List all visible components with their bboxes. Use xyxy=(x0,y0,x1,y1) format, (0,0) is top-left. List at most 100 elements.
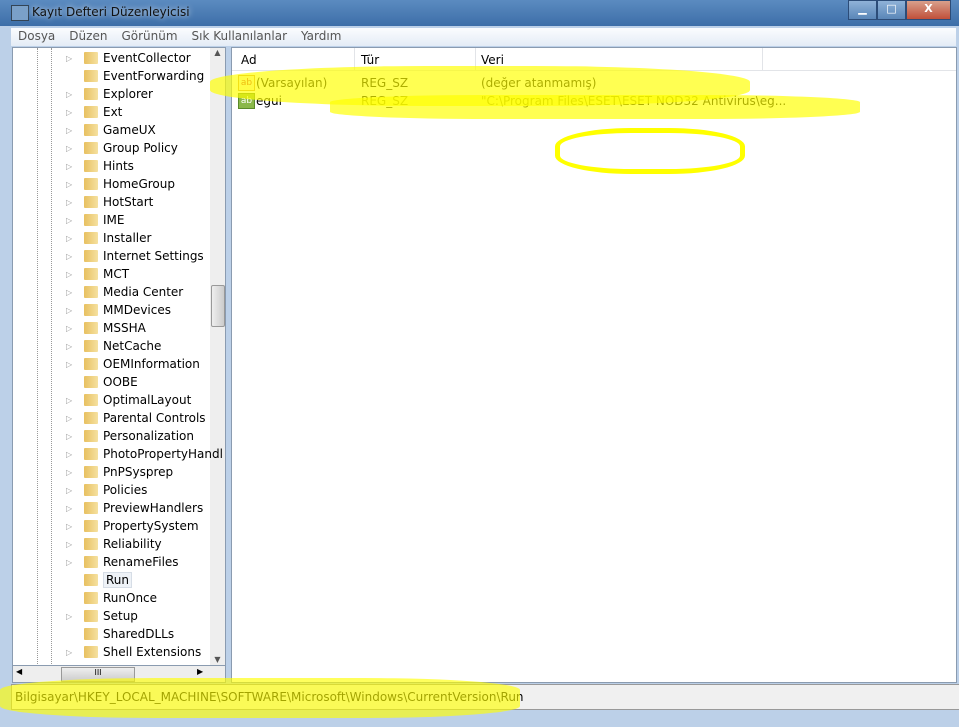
expand-arrow-icon[interactable]: ▷ xyxy=(66,486,76,495)
expand-arrow-icon[interactable]: ▷ xyxy=(66,108,76,117)
tree-node[interactable]: ▷ Personalization xyxy=(66,427,194,445)
expand-arrow-icon[interactable]: ▷ xyxy=(66,306,76,315)
expand-arrow-icon[interactable]: ▷ xyxy=(66,126,76,135)
tree-node-label: OptimalLayout xyxy=(103,393,192,407)
tree-node[interactable]: ▷ Internet Settings xyxy=(66,247,204,265)
column-data[interactable]: Veri xyxy=(481,53,504,67)
tree-node[interactable]: ▷ OEMInformation xyxy=(66,355,200,373)
minimize-button[interactable]: ▁ xyxy=(848,0,877,20)
expand-arrow-icon[interactable]: ▷ xyxy=(66,252,76,261)
expand-arrow-icon[interactable]: ▷ xyxy=(66,324,76,333)
value-type: REG_SZ xyxy=(361,76,409,90)
tree-node[interactable]: RunOnce xyxy=(66,589,157,607)
column-type[interactable]: Tür xyxy=(361,53,379,67)
tree-node-label: Installer xyxy=(103,231,152,245)
tree-node[interactable]: EventForwarding xyxy=(66,67,204,85)
expand-arrow-icon[interactable]: ▷ xyxy=(66,504,76,513)
tree-node[interactable]: ▷ PreviewHandlers xyxy=(66,499,203,517)
tree-node[interactable]: ▷ OptimalLayout xyxy=(66,391,191,409)
tree-node[interactable]: ▷ PhotoPropertyHandl xyxy=(66,445,223,463)
expand-arrow-icon[interactable]: ▷ xyxy=(66,216,76,225)
expand-arrow-icon[interactable]: ▷ xyxy=(66,270,76,279)
expand-arrow-icon[interactable]: ▷ xyxy=(66,180,76,189)
expand-arrow-icon[interactable]: ▷ xyxy=(66,144,76,153)
expand-arrow-icon[interactable]: ▷ xyxy=(66,198,76,207)
tree-node[interactable]: ▷ Policies xyxy=(66,481,147,499)
folder-icon xyxy=(84,304,98,316)
tree-node[interactable]: ▷ Parental Controls xyxy=(66,409,206,427)
tree-node[interactable]: ▷ EventCollector xyxy=(66,49,191,67)
tree-node[interactable]: ▷ Media Center xyxy=(66,283,183,301)
folder-icon xyxy=(84,52,98,64)
menu-edit[interactable]: Düzen xyxy=(62,28,114,46)
tree-node[interactable]: ▷ NetCache xyxy=(66,337,161,355)
column-name[interactable]: Ad xyxy=(241,53,257,67)
tree-node[interactable]: ▷ MCT xyxy=(66,265,129,283)
tree-node[interactable]: ▷ Installer xyxy=(66,229,151,247)
tree-node[interactable]: OOBE xyxy=(66,373,138,391)
tree-node[interactable]: ▷ RenameFiles xyxy=(66,553,179,571)
tree-node-label: MCT xyxy=(103,267,130,281)
expand-arrow-icon[interactable]: ▷ xyxy=(66,396,76,405)
tree-node[interactable]: ▷ Shell Extensions xyxy=(66,643,201,661)
tree-node[interactable]: ▷ PropertySystem xyxy=(66,517,199,535)
folder-icon xyxy=(84,592,98,604)
folder-icon xyxy=(84,340,98,352)
menu-help[interactable]: Yardım xyxy=(294,28,348,46)
tree-node[interactable]: ▷ Reliability xyxy=(66,535,162,553)
expand-arrow-icon[interactable]: ▷ xyxy=(66,612,76,621)
scroll-thumb[interactable] xyxy=(211,285,225,327)
expand-arrow-icon[interactable]: ▷ xyxy=(66,360,76,369)
expand-arrow-icon[interactable]: ▷ xyxy=(66,648,76,657)
expand-arrow-icon[interactable]: ▷ xyxy=(66,342,76,351)
expand-arrow-icon[interactable]: ▷ xyxy=(66,558,76,567)
tree-horizontal-scrollbar[interactable]: ◀ III ▶ xyxy=(12,665,226,683)
folder-icon xyxy=(84,88,98,100)
list-row[interactable]: ab (Varsayılan) REG_SZ (değer atanmamış) xyxy=(232,74,956,92)
tree-node[interactable]: ▷ Hints xyxy=(66,157,134,175)
tree-node[interactable]: ▷ Ext xyxy=(66,103,122,121)
menu-view[interactable]: Görünüm xyxy=(114,28,184,46)
tree-node-label: RenameFiles xyxy=(103,555,179,569)
tree-node[interactable]: ▷ PnPSysprep xyxy=(66,463,173,481)
tree-node[interactable]: ▷ GameUX xyxy=(66,121,156,139)
tree-node[interactable]: ▷ HomeGroup xyxy=(66,175,175,193)
tree-node[interactable]: ▷ MSSHA xyxy=(66,319,146,337)
expand-arrow-icon[interactable]: ▷ xyxy=(66,432,76,441)
expand-arrow-icon[interactable]: ▷ xyxy=(66,540,76,549)
tree-node[interactable]: ▷ HotStart xyxy=(66,193,153,211)
menu-file[interactable]: Dosya xyxy=(11,28,62,46)
expand-arrow-icon[interactable]: ▷ xyxy=(66,90,76,99)
expand-arrow-icon[interactable]: ▷ xyxy=(66,54,76,63)
tree-node[interactable]: ▷ Explorer xyxy=(66,85,153,103)
tree-node[interactable]: ▷ Group Policy xyxy=(66,139,178,157)
tree-node[interactable]: ▷ Setup xyxy=(66,607,138,625)
tree-vertical-scrollbar[interactable]: ▲ ▼ xyxy=(210,48,225,666)
list-row[interactable]: ab egui REG_SZ "C:\Program Files\ESET\ES… xyxy=(232,92,956,110)
tree-node-label: OOBE xyxy=(103,375,138,389)
expand-arrow-icon[interactable]: ▷ xyxy=(66,234,76,243)
tree-node-label: Media Center xyxy=(103,285,184,299)
scroll-left-icon[interactable]: ◀ xyxy=(16,667,22,676)
expand-arrow-icon[interactable]: ▷ xyxy=(66,468,76,477)
folder-icon xyxy=(84,70,98,82)
scroll-down-icon[interactable]: ▼ xyxy=(210,655,225,664)
expand-arrow-icon[interactable]: ▷ xyxy=(66,288,76,297)
expand-arrow-icon[interactable]: ▷ xyxy=(66,522,76,531)
tree-node[interactable]: ▷ IME xyxy=(66,211,124,229)
expand-arrow-icon[interactable]: ▷ xyxy=(66,162,76,171)
menu-favorites[interactable]: Sık Kullanılanlar xyxy=(185,28,294,46)
scroll-up-icon[interactable]: ▲ xyxy=(210,48,225,57)
tree-node[interactable]: Run xyxy=(66,571,133,589)
expand-arrow-icon[interactable]: ▷ xyxy=(66,450,76,459)
expand-arrow-icon[interactable]: ▷ xyxy=(66,414,76,423)
close-button[interactable]: X xyxy=(906,0,951,20)
values-list: Ad Tür Veri ab (Varsayılan) REG_SZ (değe… xyxy=(231,47,957,683)
tree-node-label: Reliability xyxy=(103,537,162,551)
maximize-button[interactable]: □ xyxy=(877,0,906,20)
tree-node[interactable]: SharedDLLs xyxy=(66,625,174,643)
tree-node[interactable]: ▷ MMDevices xyxy=(66,301,171,319)
folder-icon xyxy=(84,142,98,154)
scroll-thumb[interactable]: III xyxy=(61,667,135,682)
scroll-right-icon[interactable]: ▶ xyxy=(197,667,203,676)
